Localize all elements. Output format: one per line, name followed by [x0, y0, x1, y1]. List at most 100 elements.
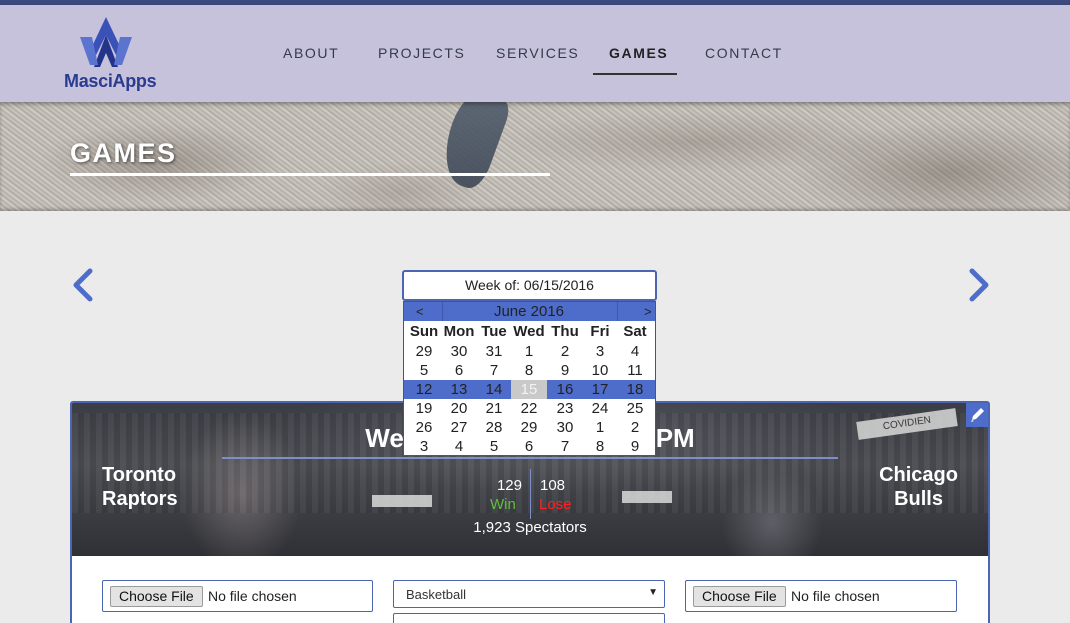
calendar-day[interactable]: 8 [582, 437, 618, 456]
calendar-month-label: June 2016 [493, 303, 565, 320]
calendar-week-row[interactable]: 12 13 14 15 16 17 18 [404, 380, 655, 399]
home-logo-file-input[interactable]: Choose File No file chosen [102, 580, 373, 612]
sport-select[interactable]: Basketball ▼ [393, 580, 665, 608]
calendar-weekday: Sat [623, 323, 647, 340]
away-team-nickname: Bulls [894, 488, 943, 510]
calendar-day[interactable]: 15 [511, 380, 547, 399]
calendar-day[interactable]: 29 [511, 418, 547, 437]
nav-projects[interactable]: PROJECTS [378, 45, 465, 61]
file-status-label: No file chosen [208, 588, 297, 604]
next-week-button[interactable] [966, 268, 992, 302]
calendar-weekday-row: Sun Mon Tue Wed Thu Fri Sat [404, 322, 655, 341]
calendar-day[interactable]: 4 [617, 342, 653, 361]
home-team-nickname: Raptors [102, 488, 178, 510]
calendar-day[interactable]: 7 [476, 361, 512, 380]
calendar-week-row[interactable]: 5 6 7 8 9 10 11 [404, 361, 655, 380]
week-picker-input[interactable]: Week of: 06/15/2016 [402, 270, 657, 301]
calendar-day[interactable]: 29 [406, 342, 442, 361]
calendar-weekday: Fri [590, 323, 610, 340]
secondary-select[interactable] [393, 613, 665, 623]
away-result: Lose [539, 496, 572, 513]
calendar-day[interactable]: 9 [547, 361, 583, 380]
calendar-day[interactable]: 8 [511, 361, 547, 380]
logo[interactable]: MasciApps [62, 13, 157, 93]
navbar: MasciApps ABOUT PROJECTS SERVICES GAMES … [0, 5, 1070, 102]
nav-contact[interactable]: CONTACT [705, 45, 783, 61]
edit-game-button[interactable] [966, 403, 988, 427]
chevron-down-icon: ▼ [648, 587, 658, 598]
calendar-day[interactable]: 25 [617, 399, 653, 418]
sport-select-value: Basketball [406, 587, 466, 602]
file-status-label: No file chosen [791, 588, 880, 604]
calendar-day[interactable]: 2 [547, 342, 583, 361]
calendar-day[interactable]: 31 [476, 342, 512, 361]
hero-banner: GAMES [0, 102, 1070, 211]
calendar-day[interactable]: 13 [441, 380, 477, 399]
choose-file-button[interactable]: Choose File [693, 586, 786, 607]
calendar-popup: < June 2016 > Sun Mon Tue Wed Thu Fri Sat 29 30… [403, 301, 656, 456]
calendar-day[interactable]: 12 [406, 380, 442, 399]
calendar-day[interactable]: 24 [582, 399, 618, 418]
logo-text: MasciApps [64, 71, 157, 91]
calendar-day[interactable]: 7 [547, 437, 583, 456]
prev-week-button[interactable] [70, 268, 96, 302]
calendar-week-row[interactable]: 26 27 28 29 30 1 2 [404, 418, 655, 437]
calendar-day[interactable]: 22 [511, 399, 547, 418]
arena-banner [622, 491, 672, 503]
calendar-day[interactable]: 5 [406, 361, 442, 380]
away-logo-file-input[interactable]: Choose File No file chosen [685, 580, 957, 612]
calendar-day[interactable]: 9 [617, 437, 653, 456]
calendar-day[interactable]: 17 [582, 380, 618, 399]
calendar-day[interactable]: 6 [441, 361, 477, 380]
calendar-week-row[interactable]: 29 30 31 1 2 3 4 [404, 342, 655, 361]
calendar-day[interactable]: 3 [406, 437, 442, 456]
chevron-right-icon [969, 268, 989, 302]
calendar-day[interactable]: 1 [582, 418, 618, 437]
choose-file-button[interactable]: Choose File [110, 586, 203, 607]
calendar-day[interactable]: 11 [617, 361, 653, 380]
nav-active-underline [593, 73, 677, 75]
calendar-day[interactable]: 28 [476, 418, 512, 437]
calendar-day[interactable]: 19 [406, 399, 442, 418]
nav-about[interactable]: ABOUT [283, 45, 339, 61]
calendar-divider [617, 302, 618, 321]
home-result: Win [490, 496, 516, 513]
calendar-divider [442, 302, 443, 321]
nav-games[interactable]: GAMES [609, 45, 668, 61]
calendar-day[interactable]: 30 [547, 418, 583, 437]
away-team-city: Chicago [879, 464, 958, 486]
home-score: 129 [496, 477, 522, 494]
hero-rock-image [433, 102, 513, 193]
calendar-header: < June 2016 > [404, 302, 655, 321]
calendar-day[interactable]: 14 [476, 380, 512, 399]
pencil-icon [971, 408, 984, 422]
calendar-day[interactable]: 16 [547, 380, 583, 399]
calendar-week-row[interactable]: 3456789 [404, 437, 655, 456]
calendar-prev-month[interactable]: < [416, 302, 424, 321]
calendar-weekday: Sun [409, 323, 439, 340]
page-title: GAMES [70, 138, 177, 168]
calendar-weekday: Mon [443, 323, 475, 340]
calendar-day[interactable]: 1 [511, 342, 547, 361]
page-title-underline [70, 173, 550, 176]
calendar-day[interactable]: 20 [441, 399, 477, 418]
calendar-week-row[interactable]: 19 20 21 22 23 24 25 [404, 399, 655, 418]
calendar-day[interactable]: 2 [617, 418, 653, 437]
calendar-day[interactable]: 26 [406, 418, 442, 437]
away-team-name: Chicago Bulls [879, 463, 958, 511]
nav-services[interactable]: SERVICES [496, 45, 579, 61]
calendar-weekday: Wed [513, 323, 545, 340]
calendar-day[interactable]: 23 [547, 399, 583, 418]
calendar-day[interactable]: 6 [511, 437, 547, 456]
calendar-day[interactable]: 5 [476, 437, 512, 456]
calendar-day[interactable]: 21 [476, 399, 512, 418]
calendar-day[interactable]: 10 [582, 361, 618, 380]
away-score: 108 [540, 477, 566, 494]
score-divider [530, 469, 531, 519]
calendar-next-month[interactable]: > [644, 302, 652, 321]
calendar-day[interactable]: 3 [582, 342, 618, 361]
calendar-day[interactable]: 30 [441, 342, 477, 361]
calendar-day[interactable]: 4 [441, 437, 477, 456]
calendar-day[interactable]: 27 [441, 418, 477, 437]
calendar-day[interactable]: 18 [617, 380, 653, 399]
